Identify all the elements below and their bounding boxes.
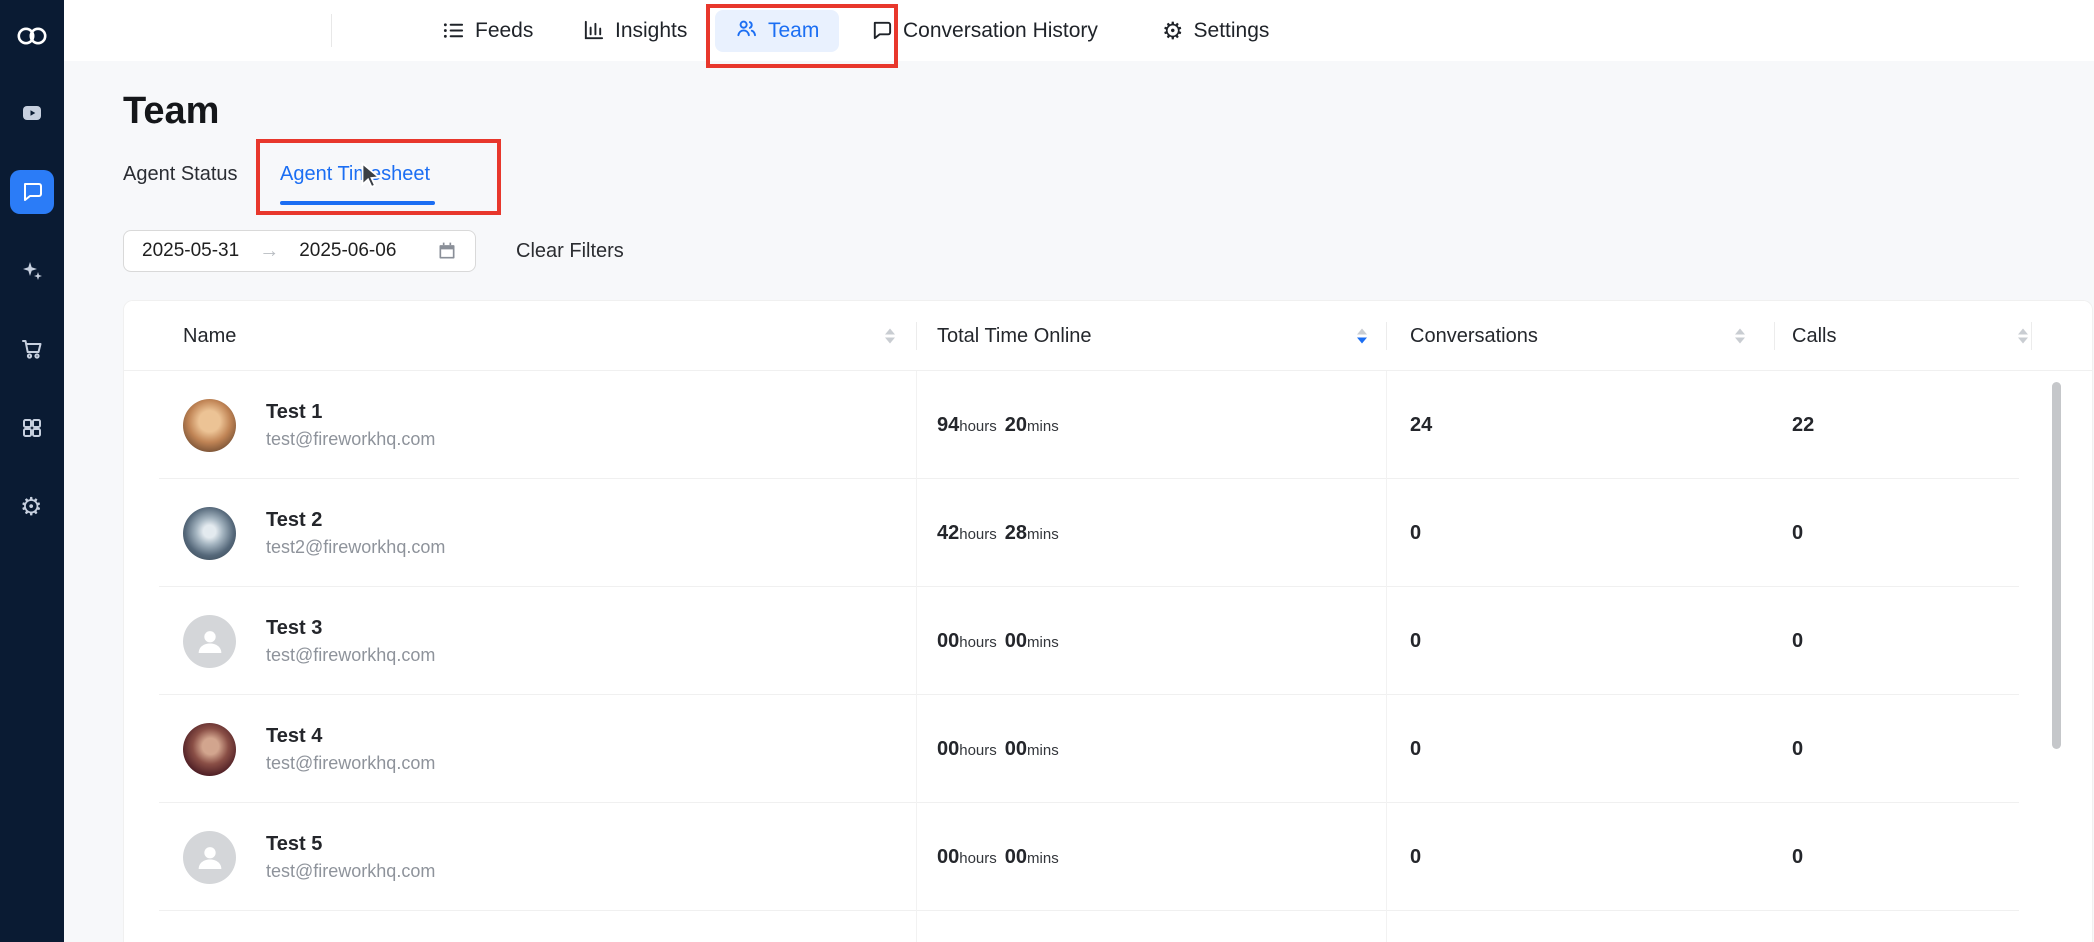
people-icon	[735, 17, 758, 46]
avatar	[183, 398, 236, 452]
table-body: Test 1 test@fireworkhq.com 94hours 20mins…	[124, 371, 2092, 911]
avatar-placeholder	[183, 830, 236, 884]
top-nav-bar: Feeds Insights Team Conversation History…	[64, 0, 2094, 68]
cart-icon[interactable]	[20, 337, 44, 361]
agent-name: Test 3	[266, 616, 323, 639]
topbar-divider	[331, 14, 332, 47]
conversations-count: 0	[1410, 629, 1422, 652]
calls-count: 0	[1792, 845, 1804, 868]
sort-icon-conversations[interactable]	[1735, 328, 1745, 343]
agent-email: test@fireworkhq.com	[266, 428, 436, 449]
avatar	[183, 722, 236, 776]
agent-name: Test 2	[266, 508, 323, 531]
header-separator	[916, 322, 917, 350]
settings-gear-icon: ⚙	[1162, 16, 1184, 45]
calls-count: 0	[1792, 629, 1804, 652]
chat-icon-active[interactable]	[10, 170, 54, 214]
apps-grid-icon[interactable]	[20, 416, 44, 440]
agent-name: Test 1	[266, 400, 323, 423]
avatar-placeholder	[183, 614, 236, 668]
chat-bubble-icon	[870, 19, 893, 42]
conversations-count: 24	[1410, 413, 1433, 436]
active-tab-underline	[280, 201, 435, 205]
table-row[interactable]: Test 5 test@fireworkhq.com 00hours 00mins…	[124, 803, 2092, 911]
vertical-scrollbar-thumb[interactable]	[2052, 382, 2061, 749]
nav-insights-label: Insights	[615, 18, 688, 42]
nav-insights[interactable]: Insights	[582, 0, 687, 61]
total-time-online: 94hours 20mins	[937, 413, 1059, 436]
nav-settings-label: Settings	[1193, 18, 1270, 42]
column-header-calls[interactable]: Calls	[1792, 301, 1836, 371]
agent-email: test@fireworkhq.com	[266, 644, 436, 665]
nav-team-active[interactable]: Team	[715, 10, 840, 52]
video-icon[interactable]	[20, 101, 44, 125]
sidebar: ⚙	[0, 0, 64, 942]
calls-count: 22	[1792, 413, 1815, 436]
app-window: ⚙ Feeds Insights Team Conversation Histo…	[0, 0, 2094, 942]
calls-count: 0	[1792, 737, 1804, 760]
calls-count: 0	[1792, 521, 1804, 544]
bar-chart-icon	[582, 19, 605, 42]
feeds-list-icon	[442, 19, 465, 42]
nav-settings[interactable]: ⚙ Settings	[1162, 0, 1269, 61]
agent-email: test@fireworkhq.com	[266, 752, 436, 773]
agent-name: Test 4	[266, 724, 323, 747]
column-divider	[1386, 371, 1387, 942]
column-header-total-time[interactable]: Total Time Online	[937, 301, 1092, 371]
column-header-name[interactable]: Name	[183, 301, 236, 371]
tab-agent-timesheet[interactable]: Agent Timesheet	[280, 163, 430, 186]
firework-logo-icon	[15, 26, 49, 46]
total-time-online: 42hours 28mins	[937, 521, 1059, 544]
conversations-count: 0	[1410, 845, 1422, 868]
table-row[interactable]: Test 2 test2@fireworkhq.com 42hours 28min…	[124, 479, 2092, 587]
sparkles-icon[interactable]	[20, 259, 44, 283]
total-time-online: 00hours 00mins	[937, 629, 1059, 652]
column-divider	[916, 371, 917, 942]
clear-filters-button[interactable]: Clear Filters	[516, 230, 624, 272]
header-separator	[1386, 322, 1387, 350]
page-title: Team	[123, 90, 220, 132]
total-time-online: 00hours 00mins	[937, 737, 1059, 760]
timesheet-table: Name Total Time Online Conversations Cal…	[123, 300, 2093, 942]
header-separator	[1774, 322, 1775, 350]
sort-icon-calls[interactable]	[2018, 328, 2028, 343]
calendar-icon	[437, 241, 457, 261]
avatar	[183, 506, 236, 560]
agent-email: test2@fireworkhq.com	[266, 536, 446, 557]
date-range-picker[interactable]: 2025-05-31 → 2025-06-06	[123, 230, 476, 272]
sort-icon-name[interactable]	[885, 328, 895, 343]
sort-icon-total-time[interactable]	[1357, 328, 1367, 343]
table-header: Name Total Time Online Conversations Cal…	[124, 301, 2092, 371]
nav-feeds[interactable]: Feeds	[442, 0, 533, 61]
gear-icon[interactable]: ⚙	[20, 494, 44, 519]
date-start-value[interactable]: 2025-05-31	[142, 240, 239, 262]
table-row[interactable]: Test 4 test@fireworkhq.com 00hours 00mins…	[124, 695, 2092, 803]
conversations-count: 0	[1410, 737, 1422, 760]
nav-conversation-history[interactable]: Conversation History	[870, 0, 1098, 61]
table-row[interactable]: Test 3 test@fireworkhq.com 00hours 00mins…	[124, 587, 2092, 695]
nav-conversation-history-label: Conversation History	[903, 18, 1098, 42]
date-end-value[interactable]: 2025-06-06	[299, 240, 396, 262]
nav-feeds-label: Feeds	[475, 18, 534, 42]
table-row[interactable]: Test 1 test@fireworkhq.com 94hours 20mins…	[124, 371, 2092, 479]
column-header-conversations[interactable]: Conversations	[1410, 301, 1538, 371]
tab-agent-status[interactable]: Agent Status	[123, 163, 238, 186]
nav-team-label: Team	[768, 19, 820, 42]
header-separator	[2031, 322, 2032, 350]
total-time-online: 00hours 00mins	[937, 845, 1059, 868]
agent-email: test@fireworkhq.com	[266, 860, 436, 881]
agent-name: Test 5	[266, 832, 323, 855]
date-range-arrow: →	[259, 239, 280, 262]
conversations-count: 0	[1410, 521, 1422, 544]
